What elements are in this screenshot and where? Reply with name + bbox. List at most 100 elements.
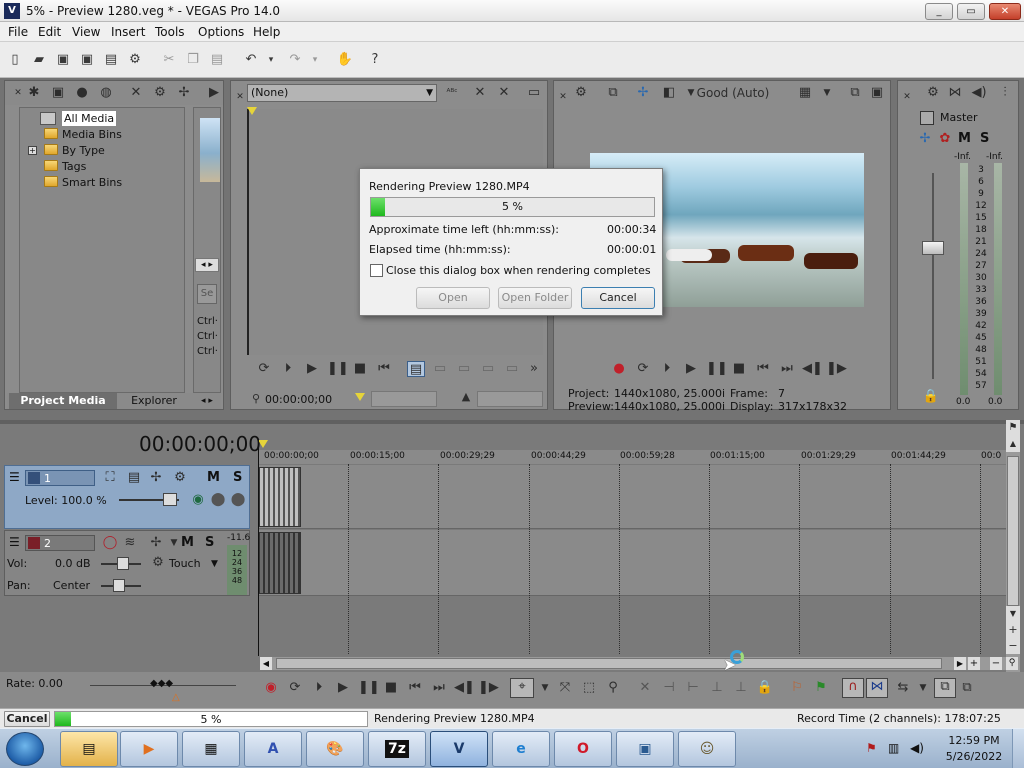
chevron-down-icon[interactable]: ▼	[818, 85, 836, 101]
tab-explorer[interactable]: Explorer	[119, 393, 189, 409]
media-thumbnail[interactable]	[200, 118, 220, 182]
child-track-icon[interactable]: ⬤	[229, 492, 247, 508]
menu-file[interactable]: File	[8, 25, 28, 39]
stop-icon[interactable]: ■	[730, 361, 748, 377]
pan-slider[interactable]	[113, 579, 125, 592]
go-to-start-icon[interactable]: ⏮	[754, 361, 772, 377]
selection-tool-icon[interactable]: ⬚	[580, 680, 598, 696]
timeline-ruler[interactable]: 00:00:00;00 00:00:15;00 00:00:29;29 00:0…	[258, 450, 1006, 464]
marker-icon[interactable]: ⚐	[788, 680, 806, 696]
track-settings-icon[interactable]: ⚙	[171, 470, 189, 486]
panel-expand-icon[interactable]: ▶	[205, 85, 223, 101]
mute-button[interactable]: M	[207, 470, 220, 485]
pause-icon[interactable]: ❚❚	[706, 361, 728, 377]
mute-button[interactable]: M	[958, 131, 971, 146]
splitter[interactable]	[0, 420, 1024, 424]
fx-plugin-icon[interactable]: ✿	[936, 131, 954, 147]
track-name-field[interactable]: 1	[25, 470, 95, 486]
maximize-button[interactable]: ▭	[957, 3, 985, 20]
audio-track-lane[interactable]	[258, 530, 1006, 596]
zoom-out-icon[interactable]: −	[990, 657, 1002, 670]
arm-record-icon[interactable]: ◯	[101, 535, 119, 551]
render-as-icon[interactable]: ▤	[102, 51, 120, 69]
downmix-icon[interactable]: ⋈	[946, 85, 964, 101]
vegas-icon[interactable]: V	[430, 731, 488, 767]
split-screen-icon[interactable]: ◧	[660, 85, 678, 101]
cancel-button[interactable]: Cancel	[581, 287, 655, 309]
undo-dropdown-icon[interactable]: ▾	[262, 51, 280, 69]
next-frame-icon[interactable]: ❚▶	[478, 680, 499, 696]
web-icon[interactable]: ◍	[97, 85, 115, 101]
tab-project-media[interactable]: Project Media	[9, 393, 117, 409]
trim-mode-icon[interactable]: ▤	[407, 361, 425, 377]
add-to-timeline-icon[interactable]: ▭	[431, 361, 449, 377]
add-to-timeline-icon[interactable]: ▭	[455, 361, 473, 377]
parent-track-icon[interactable]: ⬤	[209, 492, 227, 508]
7zip-icon[interactable]: 7z	[368, 731, 426, 767]
vegas-app-icon[interactable]: V	[4, 3, 20, 19]
open-icon[interactable]: ▰	[30, 51, 48, 69]
scroll-thumb[interactable]	[1007, 456, 1019, 606]
track-menu-icon[interactable]: ☰	[9, 470, 20, 484]
notepad-icon[interactable]: ▦	[182, 731, 240, 767]
ripple-edit-icon[interactable]: ⇆	[894, 680, 912, 696]
users-icon[interactable]: ☺	[678, 731, 736, 767]
play-icon[interactable]: ▶	[334, 680, 352, 696]
remove-icon[interactable]: ✕	[495, 85, 513, 101]
media-properties-icon[interactable]: ⚙	[151, 85, 169, 101]
split-icon[interactable]: ⊥	[708, 680, 726, 696]
tab-scroll-arrows[interactable]: ◂ ▸	[195, 394, 219, 408]
split-icon[interactable]: ⊥	[732, 680, 750, 696]
vol-slider[interactable]	[117, 557, 129, 570]
paint-icon[interactable]: 🎨	[306, 731, 364, 767]
quality-dropdown[interactable]: Good (Auto)	[688, 85, 778, 101]
abc-icon[interactable]: ᴬᴮᶜ	[443, 85, 461, 101]
audio-event[interactable]	[259, 532, 301, 594]
menu-insert[interactable]: Insert	[111, 25, 145, 39]
video-track-header[interactable]: ☰ 1 ⛶ ▤ ✢ ⚙ M S Level: 100.0 % ◉ ⬤ ⬤	[4, 465, 250, 529]
scroll-right-icon[interactable]: ▶	[954, 657, 966, 670]
mute-button[interactable]: M	[181, 535, 194, 550]
horizontal-scrollbar[interactable]: ◀ ▶ + − ⚲	[260, 657, 1020, 670]
mixer-settings-icon[interactable]: ⚙	[924, 85, 942, 101]
solo-button[interactable]: S	[980, 131, 989, 146]
opera-icon[interactable]: O	[554, 731, 612, 767]
start-button[interactable]	[6, 732, 44, 766]
subclip-icon[interactable]: ▭	[503, 361, 521, 377]
redo-dropdown-icon[interactable]: ▾	[306, 51, 324, 69]
tree-item-tags[interactable]: Tags	[62, 159, 86, 174]
close-button[interactable]: ✕	[989, 3, 1021, 20]
region-icon[interactable]: ⚑	[812, 680, 830, 696]
more-icon[interactable]: »	[525, 361, 543, 377]
cut-icon[interactable]: ✂	[160, 51, 178, 69]
scroll-down-icon[interactable]: ▼	[1006, 606, 1020, 622]
pane-scroll-arrows[interactable]: ◂ ▸	[195, 258, 219, 272]
import-media-icon[interactable]: ✱	[25, 85, 43, 101]
scroll-left-icon[interactable]: ◀	[260, 657, 272, 670]
scroll-thumb[interactable]	[276, 658, 942, 669]
rate-slider[interactable]: ◆◆◆	[150, 678, 173, 689]
faders-icon[interactable]: ⫶	[996, 85, 1014, 101]
play-from-start-icon[interactable]: ⏵	[658, 361, 676, 377]
shortcut-icon[interactable]: Se	[197, 284, 217, 304]
menu-edit[interactable]: Edit	[38, 25, 61, 39]
record-icon[interactable]: ●	[610, 361, 628, 377]
stop-icon[interactable]: ■	[351, 361, 369, 377]
loop-icon[interactable]: ⟳	[634, 361, 652, 377]
play-icon[interactable]: ▶	[303, 361, 321, 377]
save-icon[interactable]: ▣	[54, 51, 72, 69]
go-to-start-icon[interactable]: ⏮	[406, 680, 424, 696]
previous-frame-icon[interactable]: ◀❚	[454, 680, 475, 696]
expand-icon[interactable]: +	[28, 146, 37, 155]
overlays-icon[interactable]: ▦	[796, 85, 814, 101]
preview-settings-icon[interactable]: ⚙	[572, 85, 590, 101]
track-motion-icon[interactable]: ⛶	[101, 470, 119, 486]
trimmer-options-icon[interactable]: ▭	[525, 85, 543, 101]
paste-icon[interactable]: ▤	[208, 51, 226, 69]
track-menu-icon[interactable]: ☰	[9, 535, 20, 549]
envelope-tool-icon[interactable]: ⤧	[556, 680, 574, 696]
clock-time[interactable]: 12:59 PM	[948, 734, 1000, 747]
vertical-scrollbar[interactable]: ⚑ ▲ ▼ + −	[1006, 420, 1020, 672]
play-from-start-icon[interactable]: ⏵	[279, 361, 297, 377]
compositing-mode-icon[interactable]: ▤	[125, 470, 143, 486]
